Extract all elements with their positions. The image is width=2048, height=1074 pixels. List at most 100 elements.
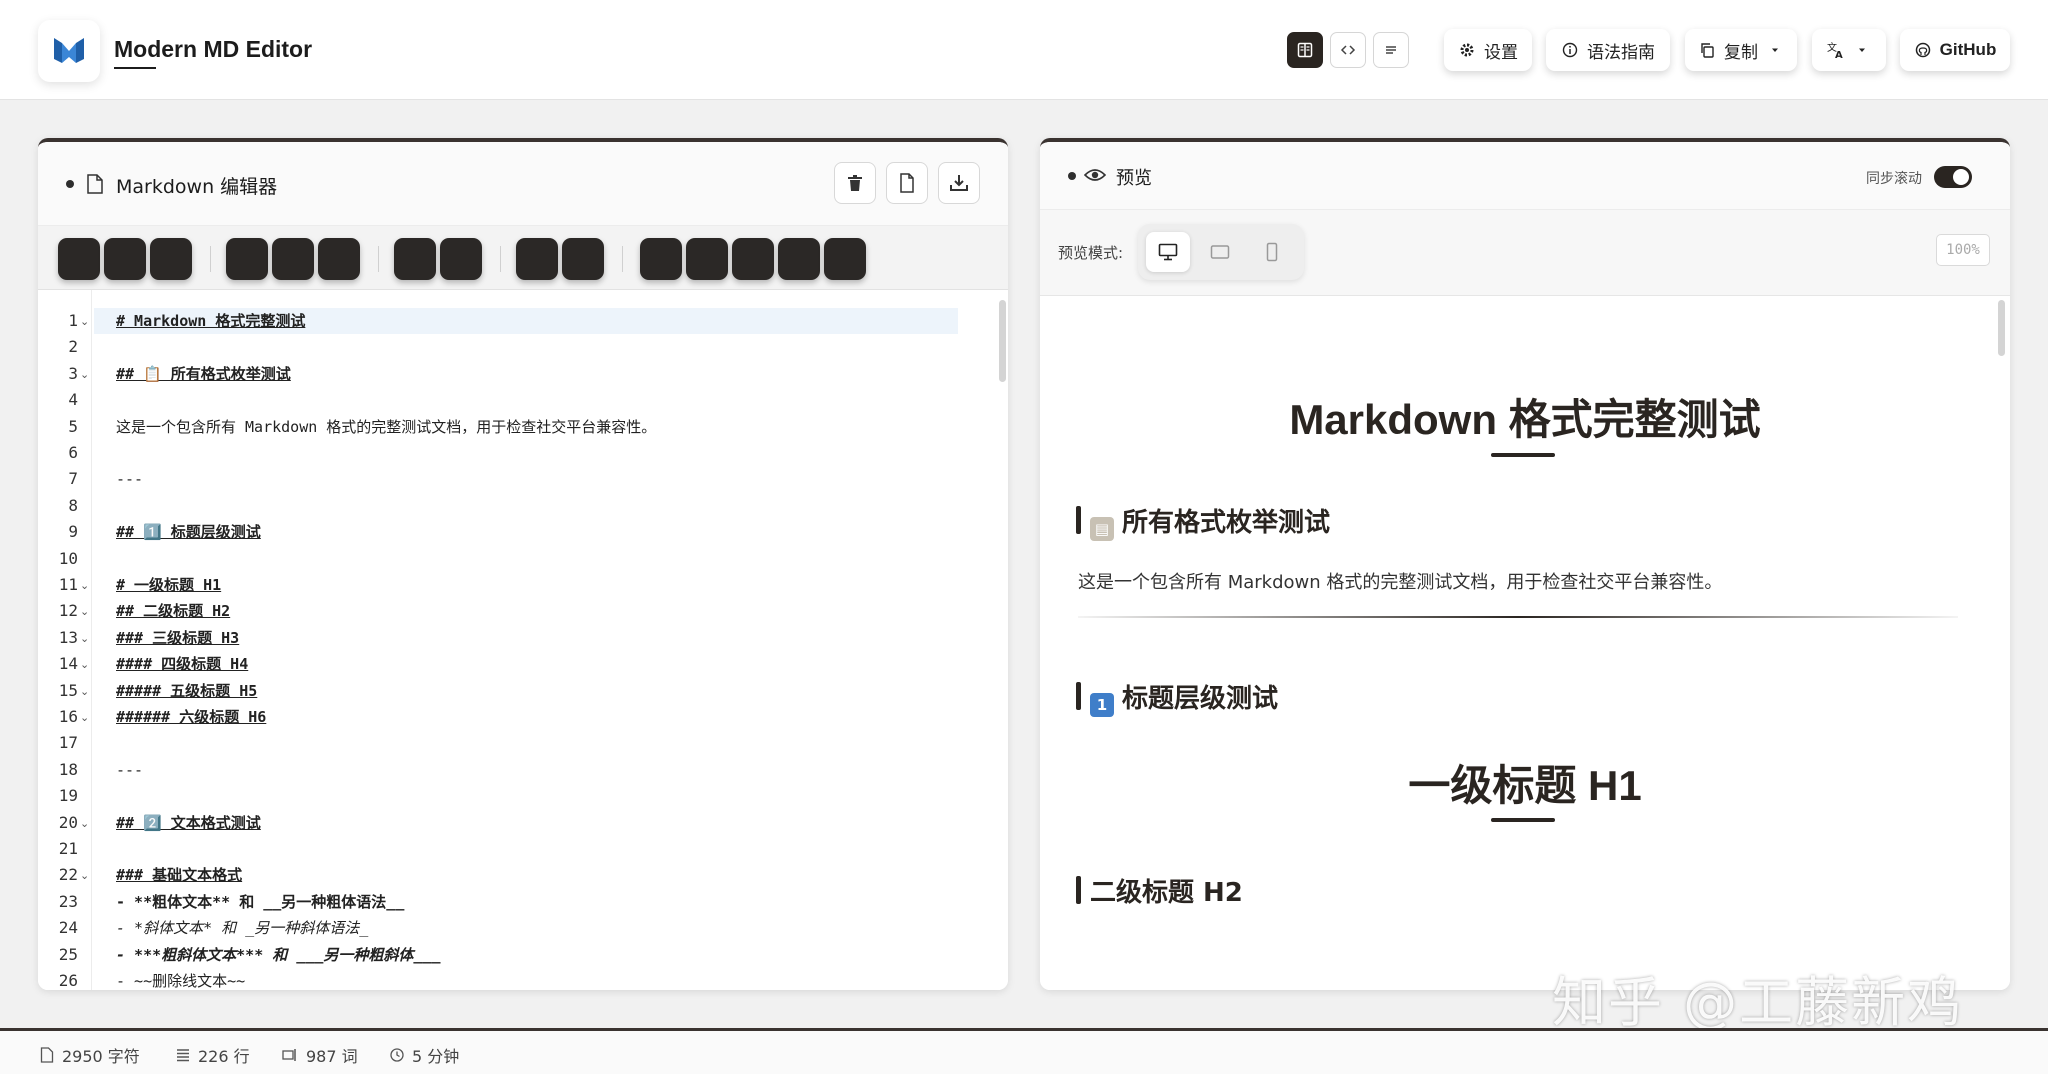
- format-button[interactable]: [58, 238, 100, 280]
- code-line[interactable]: ### 三级标题 H3: [116, 625, 239, 651]
- fold-chevron-icon[interactable]: ⌄: [80, 632, 89, 645]
- tablet-icon: [1210, 245, 1230, 259]
- fold-chevron-icon[interactable]: ⌄: [80, 579, 89, 592]
- code-line[interactable]: ---: [116, 757, 143, 783]
- format-button[interactable]: [778, 238, 820, 280]
- phone-icon: [1266, 242, 1278, 262]
- preview-panel: 预览 同步滚动 预览模式: 100% Markdown 格式完整测试 ▤ 所有格…: [1040, 138, 2010, 990]
- status-dot: [1068, 172, 1076, 180]
- preview-h1: Markdown 格式完整测试: [1289, 396, 1761, 443]
- status-bar: 2950 字符 226 行 987 词 5 分钟: [0, 1028, 2048, 1074]
- fold-chevron-icon[interactable]: ⌄: [80, 658, 89, 671]
- code-line[interactable]: - *斜体文本* 和 _另一种斜体语法_: [116, 915, 368, 941]
- code-line[interactable]: ### 基础文本格式: [116, 862, 242, 888]
- fold-chevron-icon[interactable]: ⌄: [80, 315, 89, 328]
- line-number: 16: [58, 707, 78, 726]
- new-file-button[interactable]: [886, 162, 928, 204]
- split-view-button[interactable]: [1287, 32, 1323, 68]
- app-title: Modern MD Editor: [114, 36, 313, 62]
- code-line[interactable]: - **粗体文本** 和 __另一种粗体语法__: [116, 889, 404, 915]
- fold-chevron-icon[interactable]: ⌄: [80, 685, 89, 698]
- line-number: 26: [58, 971, 78, 990]
- line-number: 5: [68, 416, 78, 436]
- zoom-level[interactable]: 100%: [1936, 234, 1990, 266]
- code-line[interactable]: ## 二级标题 H2: [116, 598, 230, 624]
- markdown-editor[interactable]: 1 ⌄ 2 3 ⌄ 4 5 6 7 8 9 10 11 ⌄ 12 ⌄ 13 ⌄ 14 ⌄ 15 ⌄ 16 ⌄ 17 18 19 20 ⌄…: [38, 290, 1008, 990]
- code-line[interactable]: ---: [116, 466, 143, 492]
- code-view-button[interactable]: [1330, 32, 1366, 68]
- title-underline: [114, 67, 156, 69]
- download-button[interactable]: [938, 162, 980, 204]
- code-line[interactable]: ## 2️⃣ 文本格式测试: [116, 810, 261, 836]
- watermark: 知乎 @工藤新鸡: [1552, 971, 1964, 1034]
- code-line[interactable]: 这是一个包含所有 Markdown 格式的完整测试文档，用于检查社交平台兼容性。: [116, 414, 656, 440]
- clock-icon: [390, 1048, 404, 1062]
- fold-chevron-icon[interactable]: ⌄: [80, 869, 89, 882]
- line-gutter: 1 ⌄ 2 3 ⌄ 4 5 6 7 8 9 10 11 ⌄ 12 ⌄ 13 ⌄ 14 ⌄ 15 ⌄ 16 ⌄ 17 18 19 20 ⌄…: [38, 290, 92, 990]
- format-button[interactable]: [686, 238, 728, 280]
- sync-scroll-label: 同步滚动: [1866, 171, 1922, 187]
- settings-button[interactable]: 设置: [1444, 29, 1532, 71]
- code-line[interactable]: ## 1️⃣ 标题层级测试: [116, 519, 261, 545]
- copy-icon: [1698, 41, 1716, 59]
- word-count: 987 词: [282, 1043, 358, 1067]
- app-logo[interactable]: [38, 20, 100, 82]
- format-button[interactable]: [440, 238, 482, 280]
- sync-scroll-toggle[interactable]: [1934, 166, 1972, 188]
- line-number: 22: [58, 865, 78, 885]
- line-number: 6: [68, 443, 78, 462]
- line-number: 18: [58, 759, 78, 779]
- preview-view-button[interactable]: [1373, 32, 1409, 68]
- code-line[interactable]: #### 四级标题 H4: [116, 651, 248, 677]
- clear-button[interactable]: [834, 162, 876, 204]
- line-number: 8: [68, 495, 78, 515]
- eye-icon: [1084, 169, 1106, 181]
- format-button[interactable]: [516, 238, 558, 280]
- desktop-mode-button[interactable]: [1146, 232, 1190, 272]
- format-button[interactable]: [640, 238, 682, 280]
- format-button[interactable]: [318, 238, 360, 280]
- format-button[interactable]: [562, 238, 604, 280]
- line-number: 2: [68, 337, 78, 357]
- code-line[interactable]: ## 📋 所有格式枚举测试: [116, 361, 291, 387]
- fold-chevron-icon[interactable]: ⌄: [80, 605, 89, 618]
- format-button[interactable]: [272, 238, 314, 280]
- syntax-guide-button[interactable]: 语法指南: [1546, 29, 1670, 71]
- format-button[interactable]: [732, 238, 774, 280]
- line-number: 14: [58, 654, 78, 674]
- code-line[interactable]: # 一级标题 H1: [116, 572, 221, 598]
- download-icon: [950, 175, 968, 191]
- fold-chevron-icon[interactable]: ⌄: [80, 711, 89, 724]
- preview-hr: [1078, 616, 1958, 618]
- char-count: 2950 字符: [40, 1043, 140, 1067]
- code-icon: [1340, 45, 1356, 55]
- word-count-text: 987 词: [306, 1047, 358, 1066]
- h2-accent-bar: [1076, 682, 1081, 710]
- format-button[interactable]: [104, 238, 146, 280]
- format-button[interactable]: [150, 238, 192, 280]
- lines-icon: [177, 1049, 189, 1062]
- tablet-mode-button[interactable]: [1198, 232, 1242, 272]
- preview-scrollbar[interactable]: [1998, 300, 2005, 356]
- format-button[interactable]: [226, 238, 268, 280]
- line-number: 4: [68, 390, 78, 410]
- split-view-icon: [1297, 42, 1313, 58]
- format-button[interactable]: [824, 238, 866, 280]
- code-line[interactable]: - ***粗斜体文本*** 和 ___另一种粗斜体___: [116, 942, 441, 968]
- char-count-text: 2950 字符: [62, 1047, 140, 1066]
- gear-icon: [1458, 41, 1476, 59]
- code-line[interactable]: ##### 五级标题 H5: [116, 678, 257, 704]
- code-line[interactable]: # Markdown 格式完整测试: [116, 308, 305, 334]
- copy-button[interactable]: 复制: [1685, 29, 1797, 71]
- github-button[interactable]: GitHub: [1900, 29, 2010, 71]
- fold-chevron-icon[interactable]: ⌄: [80, 368, 89, 381]
- format-button[interactable]: [394, 238, 436, 280]
- fold-chevron-icon[interactable]: ⌄: [80, 817, 89, 830]
- editor-scrollbar[interactable]: [999, 300, 1006, 382]
- line-number: 10: [58, 548, 78, 568]
- code-line[interactable]: ###### 六级标题 H6: [116, 704, 266, 730]
- editor-panel: Markdown 编辑器 1 ⌄ 2 3 ⌄ 4 5 6 7 8 9 10 11…: [38, 138, 1008, 990]
- language-button[interactable]: 文A: [1812, 29, 1886, 71]
- code-line[interactable]: - ~~删除线文本~~: [116, 968, 245, 990]
- mobile-mode-button[interactable]: [1250, 232, 1294, 272]
